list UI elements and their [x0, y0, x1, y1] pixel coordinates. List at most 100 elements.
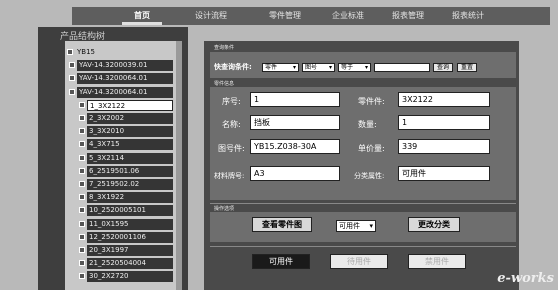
tree-node-icon[interactable]: [79, 260, 85, 267]
tree-item[interactable]: 4_3X715: [87, 139, 173, 151]
tree-node-icon[interactable]: [79, 181, 85, 187]
nav-tab[interactable]: 报表统计: [445, 7, 491, 25]
unit-price-label: 单价量:: [358, 144, 385, 153]
change-category-button[interactable]: 更改分类: [408, 217, 460, 232]
search-field-value: 零件: [265, 64, 278, 71]
tree-item[interactable]: 20_3X1997: [87, 245, 173, 256]
tree-item-label: 3_3X2010: [89, 127, 125, 136]
tree-item[interactable]: 12_2520001106: [87, 231, 173, 243]
tree-item-label: 8_3X1922: [89, 193, 125, 202]
tree-item[interactable]: 8_3X1922: [87, 192, 173, 204]
tree-item[interactable]: YAV-14.3200039.01: [77, 60, 173, 72]
drawing-number-field[interactable]: YB15.Z038-30A: [250, 139, 340, 154]
tree-item[interactable]: 1_3X2122: [87, 99, 173, 111]
part-field[interactable]: 3X2122: [398, 92, 490, 107]
tree-scrollbar[interactable]: [176, 41, 182, 290]
actions-section-label: 操作选项: [214, 206, 235, 212]
divider: [210, 246, 516, 247]
tree-item-label: 10_2520005101: [89, 206, 146, 215]
unit-price-field[interactable]: 339: [398, 139, 490, 154]
tree-item-label: YAV-14.3200064.01: [79, 74, 148, 83]
view-drawing-button[interactable]: 查看零件图: [252, 217, 312, 232]
tree-node-icon[interactable]: [79, 101, 85, 108]
query-button[interactable]: 查询: [433, 63, 453, 72]
category-label: 分类属性:: [354, 172, 385, 180]
tree-item-label: 5_3X2114: [89, 153, 125, 162]
tree-node-icon[interactable]: [69, 62, 75, 69]
tree-node-icon[interactable]: [67, 49, 73, 55]
tree-item[interactable]: YB15: [75, 47, 173, 58]
tree-item-label: 11_0X1595: [89, 219, 129, 228]
search-attribute-value: 图号: [305, 64, 318, 71]
tree-item[interactable]: YAV-14.3200064.01: [77, 73, 173, 85]
tree-node-icon[interactable]: [79, 154, 85, 161]
seq-label: 序号:: [222, 97, 241, 106]
product-tree: YB15 YAV-14.3200039.01 YAV-14.3200064.01 YA…: [65, 41, 182, 290]
tree-node-icon[interactable]: [79, 141, 85, 148]
tree-node-icon[interactable]: [69, 75, 75, 82]
part-label: 零件件:: [358, 97, 385, 106]
tree-item-label: YAV-14.3200064.01: [79, 87, 148, 96]
tree-item[interactable]: 3_3X2010: [87, 126, 173, 138]
tree-item-label: 2_3X2002: [89, 114, 125, 122]
watermark-logo: e-works: [497, 271, 554, 286]
chevron-down-icon: ▾: [328, 64, 332, 71]
material-field[interactable]: A3: [250, 166, 340, 181]
search-operator-select[interactable]: 等于 ▾: [338, 63, 371, 72]
tree-node-icon[interactable]: [79, 220, 85, 227]
tree-item[interactable]: 5_3X2114: [87, 152, 173, 164]
tree-item-label: 6_2519501.06: [89, 166, 140, 175]
tree-item-label: YB15: [77, 48, 95, 56]
category-field[interactable]: 可用件: [398, 166, 490, 181]
reset-button[interactable]: 重置: [457, 63, 477, 72]
material-label: 材料牌号:: [214, 172, 245, 180]
name-label: 名称:: [222, 120, 241, 129]
nav-tab[interactable]: 设计流程: [188, 7, 234, 25]
tree-item[interactable]: YAV-14.3200064.01: [77, 86, 173, 98]
tree-item[interactable]: 10_2520005101: [87, 205, 173, 217]
tree-node-icon[interactable]: [79, 128, 85, 135]
tree-item-label: 21_2520504004: [89, 259, 146, 268]
tree-node-icon[interactable]: [69, 88, 75, 95]
tree-item[interactable]: 30_2X2720: [87, 271, 173, 283]
nav-tab[interactable]: 企业标准: [325, 7, 371, 25]
tree-item-label: 7_2519502.02: [89, 180, 140, 188]
search-input[interactable]: [374, 63, 430, 72]
category-select[interactable]: 可用件 ▾: [336, 220, 376, 232]
tree-node-icon[interactable]: [79, 167, 85, 174]
quantity-field[interactable]: 1: [398, 115, 490, 130]
search-field-select[interactable]: 零件 ▾: [262, 63, 299, 72]
detail-section-label: 零件信息: [214, 81, 235, 87]
tree-item-label: 30_2X2720: [89, 272, 129, 281]
search-section-label: 查询条件: [214, 45, 235, 51]
tree-item-label: 12_2520001106: [89, 232, 146, 241]
seq-field[interactable]: 1: [250, 92, 340, 107]
category-select-value: 可用件: [339, 222, 360, 230]
tree-item-label: 20_3X1997: [89, 246, 129, 254]
tree-item[interactable]: 11_0X1595: [87, 218, 173, 230]
tree-node-icon[interactable]: [79, 115, 85, 121]
search-label: 快查询条件:: [214, 63, 252, 71]
tree-item[interactable]: 6_2519501.06: [87, 165, 173, 177]
quantity-label: 数量:: [358, 120, 377, 129]
tab-available-parts[interactable]: 可用件: [252, 254, 310, 269]
tab-pending-parts[interactable]: 待用件: [330, 254, 388, 269]
tree-node-icon[interactable]: [79, 194, 85, 201]
divider: [210, 203, 516, 204]
tree-item-label: YAV-14.3200039.01: [79, 61, 148, 70]
tree-item[interactable]: 2_3X2002: [87, 113, 173, 124]
tree-item[interactable]: 21_2520504004: [87, 258, 173, 270]
name-field[interactable]: 挡板: [250, 115, 340, 130]
drawing-number-label: 图号件:: [218, 144, 245, 153]
tree-item-label: 1_3X2122: [90, 101, 126, 110]
nav-tab[interactable]: 零件管理: [262, 7, 308, 25]
nav-tab[interactable]: 报表管理: [385, 7, 431, 25]
active-tab-indicator: [122, 22, 162, 25]
tree-node-icon[interactable]: [79, 233, 85, 240]
tree-node-icon[interactable]: [79, 247, 85, 253]
tree-node-icon[interactable]: [79, 207, 85, 214]
tree-node-icon[interactable]: [79, 273, 85, 280]
tree-item[interactable]: 7_2519502.02: [87, 179, 173, 190]
tab-disabled-parts[interactable]: 禁用件: [408, 254, 466, 269]
search-attribute-select[interactable]: 图号 ▾: [302, 63, 335, 72]
